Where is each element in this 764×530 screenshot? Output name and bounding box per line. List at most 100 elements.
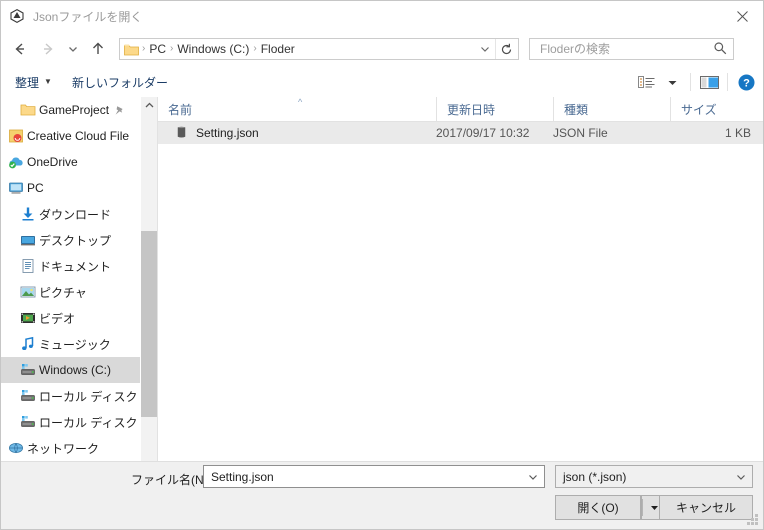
help-icon[interactable]: ? [733,70,759,94]
forward-button[interactable] [35,36,61,62]
videos-icon [17,310,39,326]
resize-grip-icon[interactable] [747,514,759,526]
filename-label: ファイル名(N): [131,473,211,487]
search-icon [713,41,727,60]
sidebar-item-1[interactable]: Creative Cloud File [1,123,140,149]
breadcrumb-item-floder[interactable]: Floder [258,39,298,59]
downloads-icon [17,206,39,222]
file-list[interactable]: Setting.json 2017/09/17 10:32 JSON File 1 K… [158,122,763,461]
file-name: Setting.json [196,126,259,140]
sidebar-item-8[interactable]: ビデオ [1,305,140,331]
sidebar-item-4[interactable]: ダウンロード [1,201,140,227]
folder-icon [17,102,39,118]
sidebar-item-label: ローカル ディスク (I: [39,389,140,404]
new-folder-label: 新しいフォルダー [71,75,168,90]
column-header-size[interactable]: サイズ [670,97,763,121]
file-list-header: 名前 ^ 更新日時 種類 サイズ [158,97,763,122]
folder-icon [124,43,139,56]
view-mode-icon[interactable] [633,70,659,94]
column-label: サイズ [681,102,717,117]
recent-locations-button[interactable] [64,36,82,62]
sidebar-item-label: ダウンロード [39,207,112,222]
search-box[interactable] [529,38,734,60]
column-label: 名前 [168,102,193,117]
table-row[interactable]: Setting.json 2017/09/17 10:32 JSON File 1 K… [158,122,763,144]
drive-icon [17,388,39,404]
pin-icon [114,105,125,116]
column-label: 更新日時 [447,102,496,117]
title-bar: Jsonファイルを開く [1,1,763,31]
view-mode-dropdown-button[interactable] [659,70,685,94]
filename-input[interactable] [209,466,513,487]
computer-icon [5,180,27,196]
back-button[interactable] [7,36,33,62]
chevron-down-icon: ▼ [44,77,52,86]
creative-cloud-icon [5,128,27,144]
sort-ascending-icon: ^ [298,97,303,107]
toolbar-divider [690,73,691,91]
toolbar-right-group: ? [633,67,759,97]
chevron-down-icon[interactable] [527,470,539,488]
breadcrumb-item-windows-c[interactable]: Windows (C:) [174,39,252,59]
file-type-filter-combo[interactable]: json (*.json) [555,465,753,488]
sidebar-item-0[interactable]: GameProject [1,97,140,123]
search-input[interactable] [538,39,702,59]
drive-icon [17,362,39,378]
open-file-dialog: Jsonファイルを開く › PC › Windows (C:) › Floder… [0,0,764,530]
sidebar-item-9[interactable]: ミュージック [1,331,140,357]
sidebar-item-3[interactable]: PC [1,175,140,201]
toolbar-divider [727,73,728,91]
svg-text:?: ? [743,77,750,89]
sidebar-item-label: ビデオ [39,311,76,326]
close-button[interactable] [719,1,763,31]
sidebar-item-2[interactable]: OneDrive [1,149,140,175]
chevron-down-icon[interactable] [735,470,747,488]
sidebar-item-10[interactable]: Windows (C:) [1,357,140,383]
column-header-date[interactable]: 更新日時 [436,97,553,121]
unity-logo-icon [8,7,26,25]
sidebar-item-label: ピクチャ [39,285,87,300]
sidebar-item-6[interactable]: ドキュメント [1,253,140,279]
address-dropdown-button[interactable] [476,39,494,59]
column-header-type[interactable]: 種類 [553,97,670,121]
onedrive-icon [5,154,27,170]
sidebar-item-11[interactable]: ローカル ディスク (I: [1,383,140,409]
music-icon [17,336,39,352]
breadcrumb-item-pc[interactable]: PC [146,39,169,59]
column-label: 種類 [564,102,589,117]
sidebar-item-label: Windows (C:) [39,363,112,377]
navigation-pane[interactable]: GameProject Creative Cloud File OneDrive PC… [1,97,140,461]
address-bar[interactable]: › PC › Windows (C:) › Floder [119,38,519,60]
scrollbar-thumb[interactable] [141,231,158,417]
window-title: Jsonファイルを開く [33,10,143,24]
sidebar-item-label: ローカル ディスク (X [39,415,140,430]
sidebar-item-label: ミュージック [39,337,111,352]
organize-button[interactable]: 整理 ▼ [9,71,58,94]
new-folder-button[interactable]: 新しいフォルダー [66,71,174,94]
sidebar-item-5[interactable]: デスクトップ [1,227,140,253]
drive-icon [17,414,39,430]
documents-icon [17,258,39,274]
refresh-button[interactable] [495,39,516,59]
column-header-name[interactable]: 名前 ^ [158,97,436,121]
sidebar-item-label: デスクトップ [39,233,112,248]
sidebar-item-label: ネットワーク [27,441,100,456]
sidebar-item-12[interactable]: ローカル ディスク (X [1,409,140,435]
open-button[interactable]: 開く(O) [555,495,641,520]
open-button-label: 開く(O) [577,501,619,515]
file-size: 1 KB [724,126,751,140]
sidebar-item-13[interactable]: ネットワーク [1,435,140,461]
desktop-icon [17,232,39,248]
filename-combo[interactable] [203,465,545,488]
navigation-bar: › PC › Windows (C:) › Floder [1,31,763,67]
file-date: 2017/09/17 10:32 [436,126,530,140]
network-icon [5,440,27,456]
up-button[interactable] [85,36,111,62]
sidebar-item-7[interactable]: ピクチャ [1,279,140,305]
sidebar-scrollbar[interactable] [140,97,158,461]
cancel-button[interactable]: キャンセル [659,495,753,520]
cancel-button-label: キャンセル [675,501,736,515]
file-type: JSON File [553,126,608,140]
chevron-up-icon[interactable] [141,97,158,114]
preview-pane-icon[interactable] [696,70,722,94]
